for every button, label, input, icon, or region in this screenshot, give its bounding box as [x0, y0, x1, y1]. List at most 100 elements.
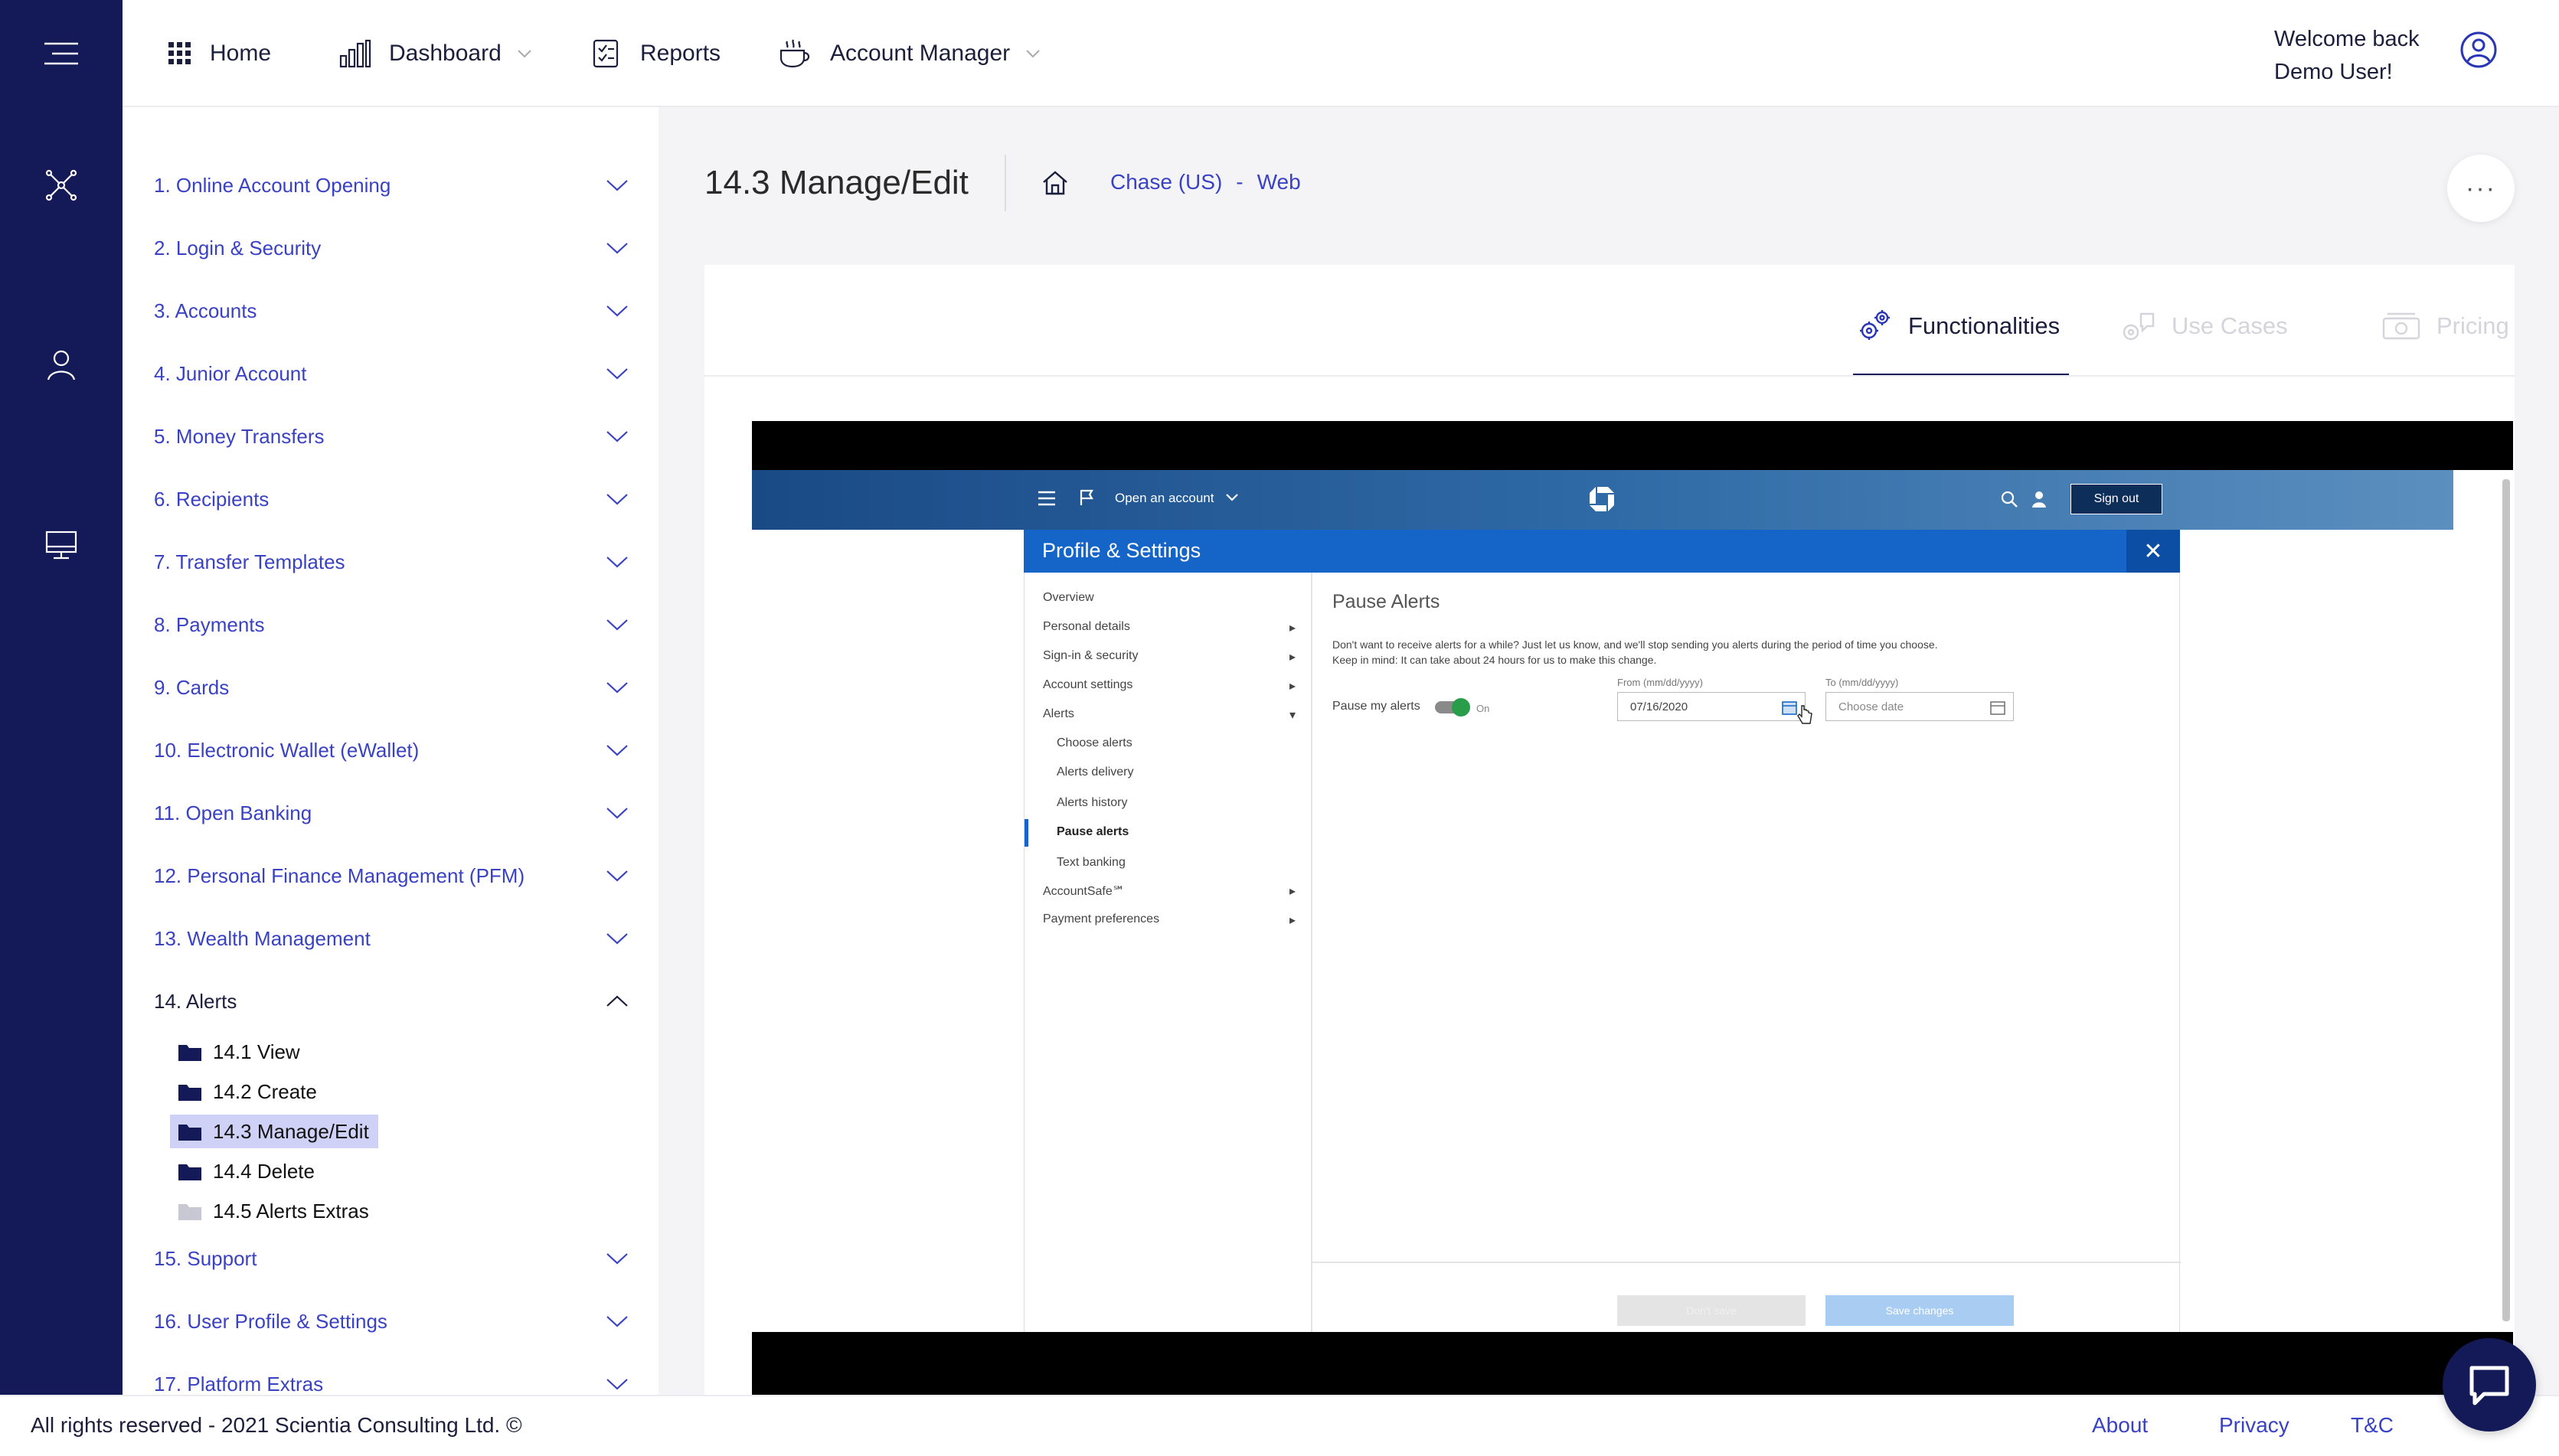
scrollbar-thumb[interactable]	[2502, 479, 2510, 1321]
menu-alerts-history[interactable]: Alerts history	[1057, 796, 1309, 810]
dont-save-button[interactable]: Don't save	[1617, 1295, 1806, 1326]
menu-overview[interactable]: Overview	[1043, 591, 1296, 605]
nav-account-manager-label: Account Manager	[830, 41, 1011, 66]
menu-alerts-delivery[interactable]: Alerts delivery	[1057, 766, 1309, 779]
menu-sign-in-security[interactable]: Sign-in & security ▸	[1043, 649, 1296, 664]
folder-icon	[178, 1164, 201, 1180]
pause-toggle[interactable]	[1435, 698, 1470, 717]
sidebar-item-8[interactable]: 8. Payments	[154, 609, 629, 640]
nav-home[interactable]: Home	[167, 0, 271, 107]
close-icon[interactable]: ✕	[2126, 530, 2180, 573]
pause-alerts-note: Keep in mind: It can take about 24 hours…	[1332, 654, 1657, 666]
profile-icon[interactable]	[2031, 490, 2048, 508]
settings-menu: Overview Personal details ▸ Sign-in & sec…	[1025, 573, 1312, 1332]
sidebar-item-7[interactable]: 7. Transfer Templates	[154, 547, 629, 577]
nav-reports-label: Reports	[640, 41, 721, 66]
menu-label: Choose alerts	[1057, 736, 1132, 749]
menu-choose-alerts[interactable]: Choose alerts	[1057, 736, 1309, 750]
calendar-icon[interactable]	[1990, 700, 2005, 715]
sidebar-item-6[interactable]: 6. Recipients	[154, 484, 629, 514]
sub-item-14-3[interactable]: 14.3 Manage/Edit	[170, 1115, 378, 1148]
from-date-input[interactable]: 07/16/2020	[1617, 692, 1806, 721]
calendar-icon[interactable]	[1782, 700, 1797, 715]
home-icon[interactable]	[1041, 170, 1069, 200]
sidebar-item-15[interactable]: 15. Support	[154, 1243, 629, 1274]
footer-privacy-link[interactable]: Privacy	[2219, 1413, 2289, 1438]
chevron-down-icon	[606, 243, 628, 254]
menu-payment-preferences[interactable]: Payment preferences ▸	[1043, 912, 1296, 928]
sidebar-item-14-alerts[interactable]: 14. Alerts	[154, 986, 629, 1017]
tab-functionalities[interactable]: Functionalities	[1856, 303, 2060, 349]
tab-use-cases-label: Use Cases	[2172, 312, 2288, 339]
chase-logo-icon	[1590, 487, 1614, 511]
bar-chart-icon	[339, 39, 371, 68]
network-icon[interactable]	[38, 162, 84, 208]
tab-use-cases[interactable]: Use Cases	[2119, 303, 2288, 349]
sidebar-item-label: 9. Cards	[154, 675, 230, 699]
sidebar-item-9[interactable]: 9. Cards	[154, 672, 629, 703]
menu-label: Personal details	[1043, 620, 1130, 633]
save-changes-button[interactable]: Save changes	[1825, 1295, 2014, 1326]
folder-icon	[178, 1045, 201, 1061]
menu-account-settings[interactable]: Account settings ▸	[1043, 678, 1296, 694]
welcome-line-1: Welcome back	[2274, 27, 2420, 51]
sidebar-item-16[interactable]: 16. User Profile & Settings	[154, 1306, 629, 1337]
nav-dashboard[interactable]: Dashboard	[338, 0, 549, 107]
banknote-icon	[2382, 312, 2420, 340]
chevron-down-icon	[606, 619, 628, 631]
sub-item-14-1[interactable]: 14.1 View	[170, 1035, 309, 1069]
sub-item-14-4[interactable]: 14.4 Delete	[170, 1154, 324, 1188]
sidebar-item-17[interactable]: 17. Platform Extras	[154, 1369, 629, 1395]
chevron-down-icon	[606, 682, 628, 694]
menu-pause-alerts[interactable]: Pause alerts	[1057, 825, 1309, 839]
cursor-hand-icon	[1797, 705, 1812, 724]
search-icon[interactable]	[2000, 490, 2018, 508]
to-date-input[interactable]: Choose date	[1825, 692, 2014, 721]
more-options-button[interactable]: ···	[2447, 155, 2515, 222]
nav-reports[interactable]: Reports	[591, 0, 721, 107]
chat-bubble-icon	[2469, 1366, 2509, 1405]
breadcrumb-bank[interactable]: Chase (US)	[1110, 170, 1222, 194]
menu-text-banking[interactable]: Text banking	[1057, 856, 1309, 870]
folder-icon	[178, 1085, 201, 1101]
embedded-scrollbar[interactable]	[2453, 470, 2513, 1332]
footer-tc-link[interactable]: T&C	[2351, 1413, 2394, 1438]
monitor-icon[interactable]	[38, 522, 84, 568]
sidebar-item-2[interactable]: 2. Login & Security	[154, 233, 629, 263]
nav-account-manager[interactable]: Account Manager	[778, 0, 1057, 107]
user-icon[interactable]	[38, 341, 84, 387]
left-rail	[0, 0, 123, 1395]
sidebar-item-1[interactable]: 1. Online Account Opening	[154, 170, 629, 201]
menu-toggle-icon[interactable]	[38, 31, 84, 77]
to-date-placeholder: Choose date	[1838, 700, 1904, 713]
sign-out-button[interactable]: Sign out	[2070, 484, 2162, 514]
sub-item-label: 14.3 Manage/Edit	[213, 1119, 369, 1143]
caret-right-icon: ▸	[1289, 885, 1296, 898]
open-account-link[interactable]: Open an account	[1115, 491, 1214, 506]
tab-pricing[interactable]: Pricing	[2381, 303, 2509, 349]
sidebar-item-13[interactable]: 13. Wealth Management	[154, 923, 629, 954]
footer-about-link[interactable]: About	[2092, 1413, 2148, 1438]
content-card: Functionalities Use Cases Pricing Open a…	[704, 265, 2515, 1395]
sub-item-14-5[interactable]: 14.5 Alerts Extras	[170, 1194, 378, 1228]
sub-item-14-2[interactable]: 14.2 Create	[170, 1075, 326, 1108]
sidebar-item-4[interactable]: 4. Junior Account	[154, 358, 629, 389]
user-account-icon[interactable]	[2459, 31, 2498, 73]
sidebar-item-label: 11. Open Banking	[154, 801, 312, 824]
chat-widget-button[interactable]	[2443, 1338, 2536, 1432]
copyright-text: All rights reserved - 2021 Scientia Cons…	[31, 1413, 522, 1437]
chevron-down-icon	[606, 305, 628, 317]
breadcrumb-platform[interactable]: Web	[1257, 170, 1301, 194]
flag-icon[interactable]	[1078, 488, 1095, 507]
menu-personal-details[interactable]: Personal details ▸	[1043, 620, 1296, 635]
sidebar-item-3[interactable]: 3. Accounts	[154, 295, 629, 326]
menu-alerts[interactable]: Alerts ▾	[1043, 707, 1296, 723]
sidebar-item-11[interactable]: 11. Open Banking	[154, 798, 629, 828]
menu-accountsafe[interactable]: AccountSafe℠ ▸	[1043, 883, 1296, 899]
sidebar-item-12[interactable]: 12. Personal Finance Management (PFM)	[154, 860, 629, 891]
hamburger-icon[interactable]	[1037, 490, 1057, 507]
sidebar-item-10[interactable]: 10. Electronic Wallet (eWallet)	[154, 735, 629, 766]
nav-dashboard-label: Dashboard	[389, 41, 502, 66]
sidebar-item-5[interactable]: 5. Money Transfers	[154, 421, 629, 452]
tab-pricing-label: Pricing	[2436, 312, 2509, 339]
